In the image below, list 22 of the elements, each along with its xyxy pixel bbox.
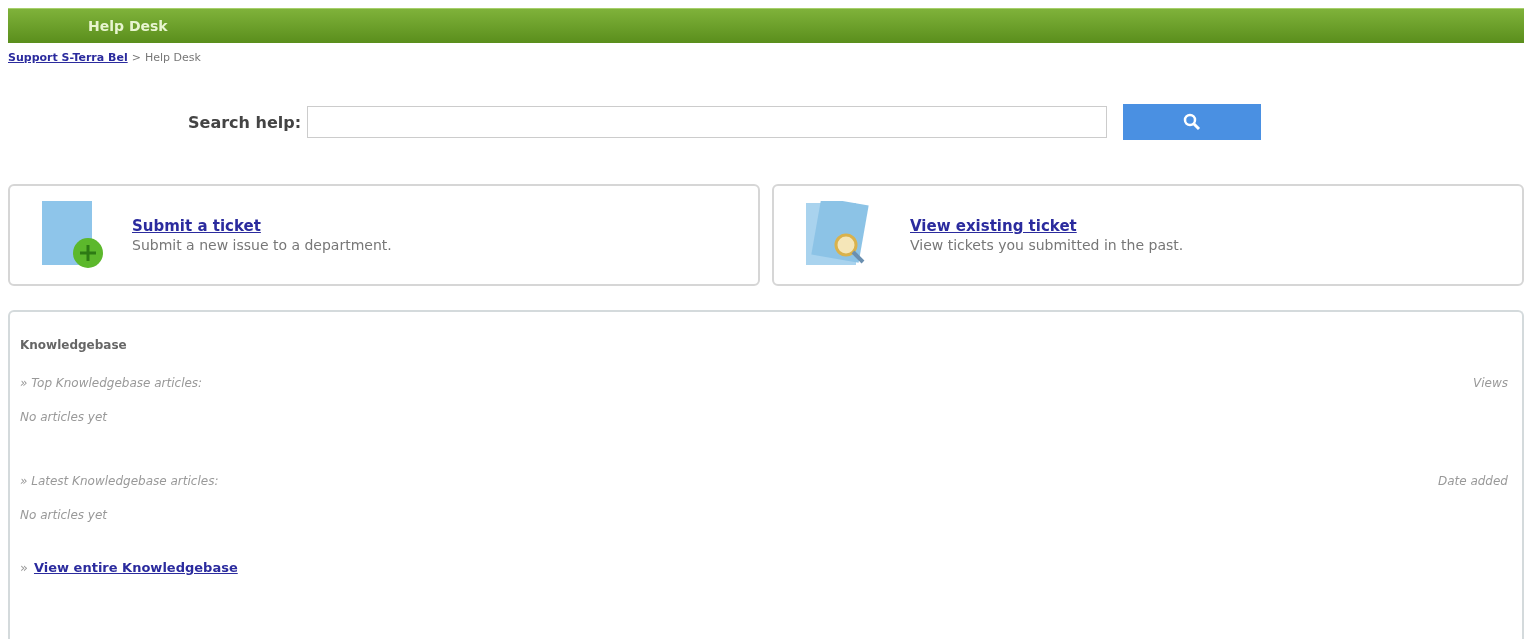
page-header: Help Desk [8, 8, 1524, 43]
column-heading: Views [1473, 376, 1508, 390]
breadcrumb-link[interactable]: Support S-Terra Bel [8, 51, 128, 64]
search-icon [1183, 113, 1202, 131]
search-label: Search help: [188, 112, 302, 132]
search-button[interactable] [1123, 104, 1262, 140]
action-description: Submit a new issue to a department. [132, 237, 392, 253]
search-field[interactable] [307, 106, 1108, 138]
empty-message: No articles yet [20, 508, 109, 522]
knowledgebase-link[interactable]: View entire Knowledgebase [33, 560, 238, 575]
knowledgebase-title: Knowledgebase [20, 338, 128, 352]
action-description: View tickets you submitted in the past. [910, 237, 1184, 253]
action-link[interactable]: Submit a ticket [132, 217, 392, 235]
section-heading: » Top Knowledgebase articles: [20, 376, 203, 390]
link-marker: » [20, 560, 28, 575]
document-plus-icon [40, 201, 106, 269]
breadcrumb-separator: > [131, 51, 141, 64]
column-heading: Date added [1437, 474, 1508, 488]
empty-message: No articles yet [20, 410, 109, 424]
action-link[interactable]: View existing ticket [910, 217, 1184, 235]
section-heading: » Latest Knowledgebase articles: [20, 474, 219, 488]
breadcrumb-current: Help Desk [144, 51, 201, 64]
